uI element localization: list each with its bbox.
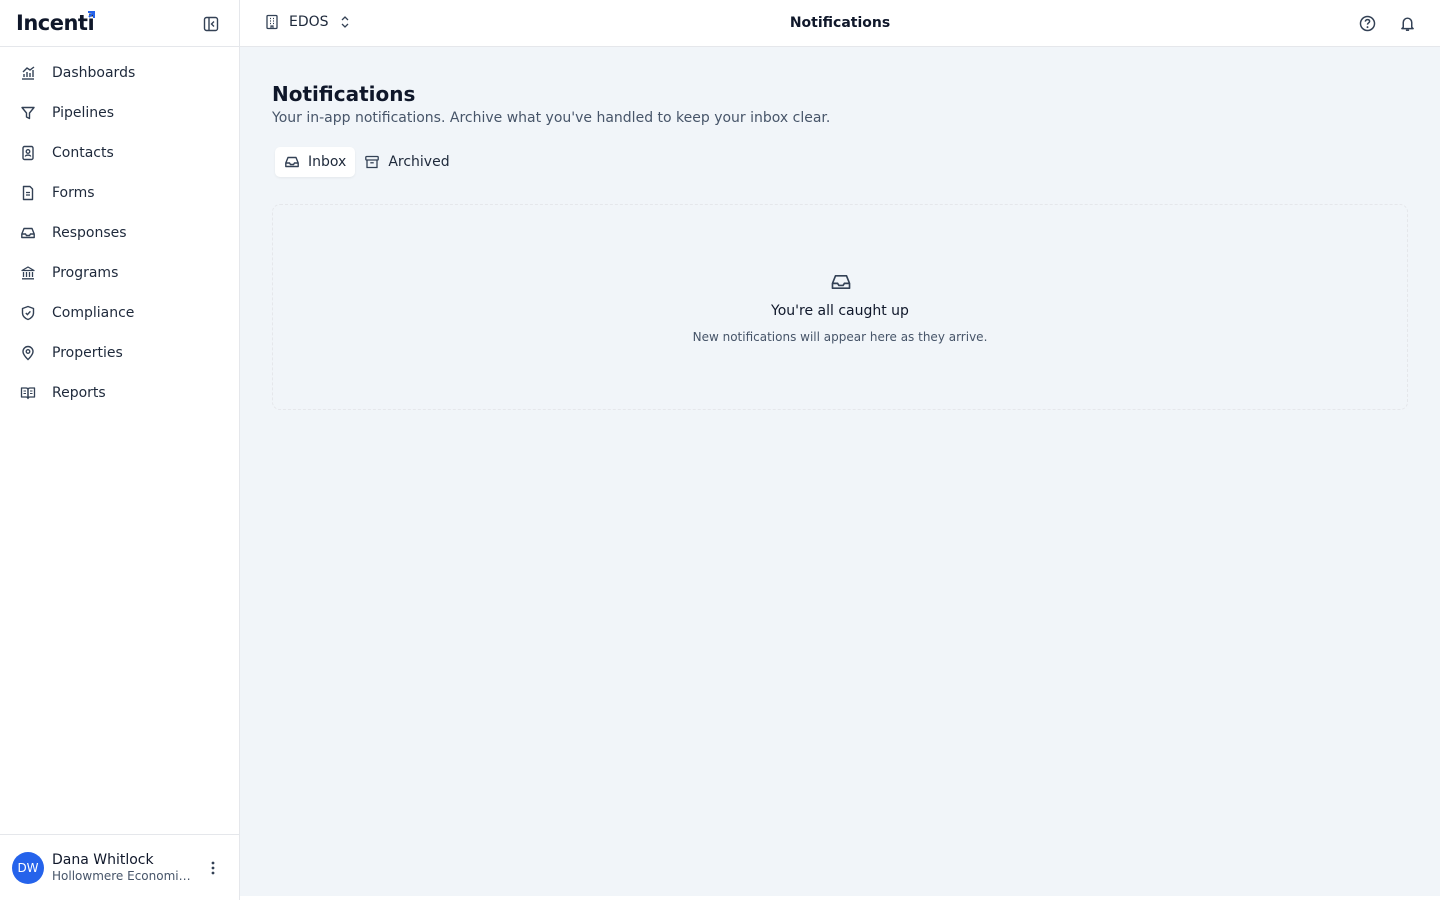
tab-label: Inbox [308,154,347,170]
sidebar-item-contacts[interactable]: Contacts [0,133,239,173]
user-profile[interactable]: DW Dana Whitlock Hollowmere Economic Dev… [0,834,239,900]
top-bar-title: Notifications [789,15,891,31]
document-icon [20,185,36,201]
inbox-icon [20,225,36,241]
empty-state-message: New notifications will appear here as th… [692,330,988,344]
map-pin-icon [20,345,36,361]
main-content: Notifications Your in-app notifications.… [240,48,1440,896]
inbox-icon [831,274,851,290]
sidebar-item-label: Pipelines [52,105,115,121]
sidebar-item-label: Responses [52,225,127,241]
bell-icon[interactable] [1399,15,1416,32]
empty-state: You're all caught up New notifications w… [272,204,1408,410]
chart-icon [20,65,36,81]
brand-logo[interactable]: Incenti [16,11,95,35]
sidebar-nav: Dashboards Pipelines Contacts Forms Resp… [0,47,239,413]
sidebar-item-programs[interactable]: Programs [0,253,239,293]
sidebar-item-dashboards[interactable]: Dashboards [0,53,239,93]
brand-header: Incenti [0,0,239,47]
page-subtitle: Your in-app notifications. Archive what … [272,110,831,126]
tab-inbox[interactable]: Inbox [275,147,356,177]
page-title: Notifications [272,82,416,106]
user-org: Hollowmere Economic Development [52,868,192,883]
tab-archived[interactable]: Archived [355,147,458,177]
sidebar-item-forms[interactable]: Forms [0,173,239,213]
sidebar-item-compliance[interactable]: Compliance [0,293,239,333]
archive-icon [365,155,380,169]
contact-book-icon [20,145,36,161]
user-info: Dana Whitlock Hollowmere Economic Develo… [52,852,192,884]
more-vertical-icon[interactable] [205,860,221,876]
bank-icon [20,265,36,281]
sidebar-collapse-icon[interactable] [203,16,219,32]
inbox-icon [285,156,299,168]
empty-state-title: You're all caught up [771,303,909,319]
sidebar-item-label: Contacts [52,145,114,161]
sidebar-item-label: Compliance [52,305,135,321]
sidebar-item-label: Properties [52,345,123,361]
sidebar-item-responses[interactable]: Responses [0,213,239,253]
notification-tabs: Inbox Archived [275,147,459,177]
sidebar-item-pipelines[interactable]: Pipelines [0,93,239,133]
user-name: Dana Whitlock [52,851,154,868]
shield-check-icon [20,305,36,321]
filter-icon [20,105,36,121]
logo-arrow-icon [88,11,95,18]
sidebar-item-label: Reports [52,385,106,401]
sidebar-item-label: Programs [52,265,119,281]
tab-label: Archived [388,154,450,170]
top-bar: EDOS Notifications [240,0,1440,47]
sidebar-item-properties[interactable]: Properties [0,333,239,373]
sidebar-item-reports[interactable]: Reports [0,373,239,413]
sidebar-item-label: Forms [52,185,95,201]
sidebar-item-label: Dashboards [52,65,136,81]
avatar: DW [12,851,44,884]
book-open-icon [20,385,36,401]
bottom-edge [240,896,1440,900]
sidebar: Incenti Dashboards Pipelines Contacts Fo… [0,0,240,900]
help-icon[interactable] [1359,15,1376,32]
